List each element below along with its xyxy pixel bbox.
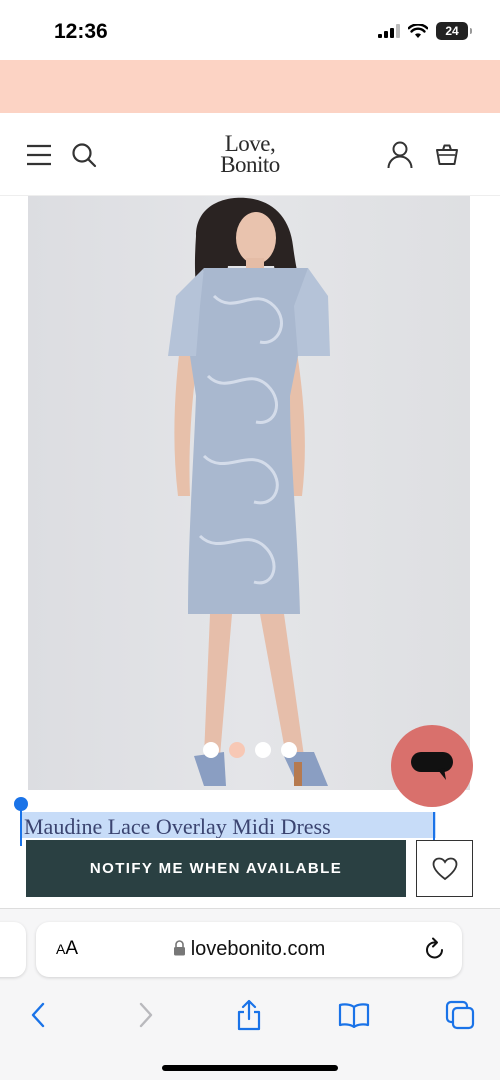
- share-icon: [237, 999, 261, 1031]
- search-button[interactable]: [71, 113, 97, 196]
- carousel-dot[interactable]: [229, 742, 245, 758]
- reload-button[interactable]: [424, 937, 446, 966]
- browser-toolbar: [0, 993, 500, 1037]
- chat-icon: [411, 752, 453, 780]
- product-gallery[interactable]: [0, 196, 500, 790]
- forward-icon: [139, 1002, 153, 1028]
- chat-button[interactable]: [391, 725, 473, 807]
- site-header: Love, Bonito: [0, 113, 500, 196]
- carousel-dot[interactable]: [255, 742, 271, 758]
- status-time: 12:36: [54, 20, 108, 43]
- battery-indicator: 24: [436, 22, 472, 40]
- address-bar[interactable]: AA lovebonito.com: [36, 922, 462, 977]
- tabs-icon: [445, 1000, 475, 1030]
- forward-button[interactable]: [124, 993, 168, 1037]
- bookmarks-button[interactable]: [332, 993, 376, 1037]
- share-button[interactable]: [227, 993, 271, 1037]
- selection-caret-start: [20, 808, 22, 846]
- status-icons: 24: [378, 22, 472, 40]
- heart-icon: [432, 857, 457, 880]
- bag-button[interactable]: [435, 113, 459, 196]
- menu-icon: [27, 144, 51, 165]
- back-icon: [31, 1002, 45, 1028]
- bookmarks-icon: [338, 1003, 370, 1028]
- lock-icon: [173, 940, 185, 956]
- model-figure: [168, 197, 330, 786]
- reload-icon: [426, 937, 443, 959]
- wifi-icon: [408, 23, 428, 38]
- wishlist-button[interactable]: [416, 840, 473, 897]
- url-display[interactable]: lovebonito.com: [36, 938, 462, 961]
- product-image[interactable]: [28, 196, 470, 790]
- notify-me-button[interactable]: NOTIFY ME WHEN AVAILABLE: [26, 840, 406, 897]
- search-icon: [72, 142, 97, 167]
- account-button[interactable]: [387, 113, 413, 196]
- carousel-dots: [203, 742, 297, 758]
- previous-tab-address[interactable]: [0, 922, 26, 977]
- url-text: lovebonito.com: [190, 938, 326, 960]
- carousel-dot[interactable]: [203, 742, 219, 758]
- product-title: Maudine Lace Overlay Midi Dress: [22, 812, 436, 838]
- status-bar: 12:36 24: [0, 0, 500, 60]
- home-indicator: [162, 1065, 338, 1071]
- browser-bottom-bar: AA lovebonito.com: [0, 908, 500, 1080]
- bag-icon: [436, 144, 458, 165]
- signal-icon: [378, 24, 400, 38]
- carousel-dot[interactable]: [281, 742, 297, 758]
- tabs-button[interactable]: [438, 993, 482, 1037]
- promo-banner[interactable]: [0, 60, 500, 113]
- menu-button[interactable]: [26, 113, 52, 196]
- account-icon: [387, 141, 413, 168]
- back-button[interactable]: [16, 993, 60, 1037]
